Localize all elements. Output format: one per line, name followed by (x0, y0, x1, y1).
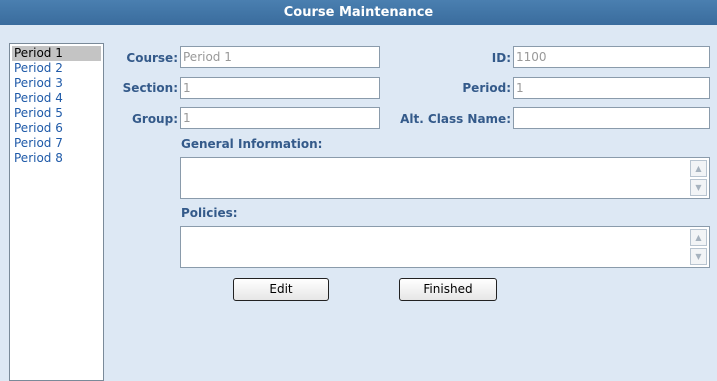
period-item-4[interactable]: Period 4 (12, 91, 101, 106)
group-label: Group: (132, 112, 178, 126)
period-label: Period: (462, 81, 511, 95)
period-item-3[interactable]: Period 3 (12, 76, 101, 91)
course-label: Course: (126, 51, 178, 65)
period-item-5[interactable]: Period 5 (12, 106, 101, 121)
alt-class-name-field[interactable] (513, 107, 710, 129)
general-information-textarea[interactable]: ▲ ▼ (180, 157, 710, 199)
period-item-6[interactable]: Period 6 (12, 121, 101, 136)
edit-button[interactable]: Edit (233, 278, 329, 301)
general-information-label: General Information: (181, 137, 323, 151)
group-field[interactable] (180, 107, 380, 129)
course-maintenance-window: Course Maintenance Period 1 Period 2 Per… (0, 0, 717, 381)
policies-textarea[interactable]: ▲ ▼ (180, 226, 710, 268)
id-label: ID: (491, 51, 511, 65)
period-item-2[interactable]: Period 2 (12, 61, 101, 76)
period-item-8[interactable]: Period 8 (12, 151, 101, 166)
scroll-down-icon[interactable]: ▼ (690, 248, 707, 265)
course-field[interactable] (180, 46, 380, 68)
period-item-1[interactable]: Period 1 (12, 46, 101, 61)
section-field[interactable] (180, 77, 380, 99)
period-list[interactable]: Period 1 Period 2 Period 3 Period 4 Peri… (9, 43, 104, 381)
scroll-down-icon[interactable]: ▼ (690, 179, 707, 196)
scroll-up-icon[interactable]: ▲ (690, 160, 707, 177)
window-title: Course Maintenance (0, 0, 717, 25)
finished-button[interactable]: Finished (399, 278, 497, 301)
section-label: Section: (122, 81, 178, 95)
id-field[interactable] (513, 46, 710, 68)
scroll-up-icon[interactable]: ▲ (690, 229, 707, 246)
period-item-7[interactable]: Period 7 (12, 136, 101, 151)
period-field[interactable] (513, 77, 710, 99)
alt-class-name-label: Alt. Class Name: (400, 112, 511, 126)
policies-label: Policies: (181, 206, 238, 220)
